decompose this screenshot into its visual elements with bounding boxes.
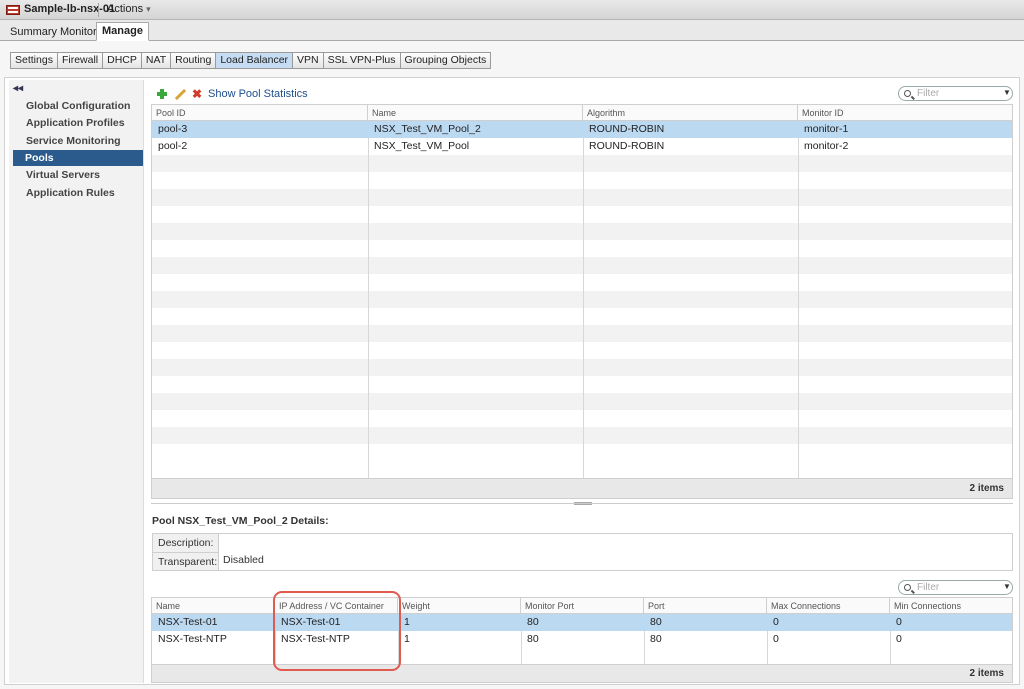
pools-item-count: 2 items <box>152 478 1012 498</box>
title-bar <box>0 0 1024 20</box>
algorithm-cell: ROUND-ROBIN <box>589 123 665 135</box>
actions-label: Actions <box>107 3 144 15</box>
empty-row <box>152 325 1012 342</box>
pool-details-box: Description: Transparent: Disabled <box>152 533 1013 571</box>
monitor-id-cell: monitor-1 <box>804 123 849 135</box>
max-connections-cell: 0 <box>773 633 779 645</box>
pools-table: Pool ID Name Algorithm Monitor ID pool-3… <box>151 104 1013 499</box>
actions-menu[interactable]: Actions ▾ <box>107 3 151 15</box>
sidebar-item-global-configuration[interactable]: Global Configuration <box>14 98 142 114</box>
empty-row <box>152 359 1012 376</box>
monitor-port-cell: 80 <box>527 616 539 628</box>
transparent-label: Transparent: <box>153 553 219 570</box>
tab-ssl-vpn-plus[interactable]: SSL VPN-Plus <box>323 53 401 68</box>
sidebar-item-service-monitoring[interactable]: Service Monitoring <box>14 133 142 149</box>
algorithm-cell: ROUND-ROBIN <box>589 140 665 152</box>
description-label: Description: <box>153 534 219 553</box>
column-header-algorithm[interactable]: Algorithm <box>583 105 798 121</box>
pools-table-header: Pool ID Name Algorithm Monitor ID <box>152 105 1012 121</box>
main-tabs <box>0 20 1024 41</box>
edit-pool-icon[interactable] <box>174 89 186 101</box>
delete-pool-icon[interactable]: ✖ <box>192 87 202 101</box>
column-divider <box>798 121 799 478</box>
member-name-cell: NSX-Test-01 <box>158 616 218 628</box>
empty-row <box>152 291 1012 308</box>
empty-row <box>152 155 1012 172</box>
chevron-down-icon[interactable]: ▼ <box>1003 88 1011 97</box>
min-connections-cell: 0 <box>896 633 902 645</box>
collapse-sidebar-icon[interactable]: ◂◂ <box>13 83 23 94</box>
column-header-name[interactable]: Name <box>152 598 275 614</box>
port-cell: 80 <box>650 616 662 628</box>
tab-dhcp[interactable]: DHCP <box>103 53 142 68</box>
port-cell: 80 <box>650 633 662 645</box>
sidebar-item-pools[interactable]: Pools <box>13 150 143 166</box>
max-connections-cell: 0 <box>773 616 779 628</box>
tab-nat[interactable]: NAT <box>141 53 172 68</box>
column-divider <box>583 121 584 478</box>
column-header-min-connections[interactable]: Min Connections <box>890 598 1012 614</box>
pool-name-cell: NSX_Test_VM_Pool <box>374 140 470 152</box>
tab-manage[interactable]: Manage <box>96 22 149 41</box>
pool-id-cell: pool-3 <box>158 123 188 135</box>
column-divider <box>368 121 369 478</box>
table-row[interactable]: pool-2 NSX_Test_VM_Pool ROUND-ROBIN moni… <box>152 138 1012 155</box>
member-filter-placeholder: Filter <box>917 582 940 593</box>
tab-monitor[interactable]: Monitor <box>55 24 102 41</box>
tab-routing[interactable]: Routing <box>171 53 217 68</box>
sidebar-item-application-profiles[interactable]: Application Profiles <box>14 115 142 131</box>
pool-filter-input[interactable]: Filter ▼ <box>898 86 1013 101</box>
empty-row <box>152 223 1012 240</box>
highlight-annotation <box>273 591 401 671</box>
monitor-id-cell: monitor-2 <box>804 140 849 152</box>
table-row[interactable]: pool-3 NSX_Test_VM_Pool_2 ROUND-ROBIN mo… <box>152 121 1012 138</box>
splitter-grip-icon[interactable] <box>574 502 592 505</box>
empty-row <box>152 189 1012 206</box>
tab-grouping-objects[interactable]: Grouping Objects <box>400 53 491 68</box>
tab-settings[interactable]: Settings <box>11 53 58 68</box>
object-title: Sample-lb-nsx-01 <box>24 3 116 15</box>
chevron-down-icon[interactable]: ▼ <box>1003 582 1011 591</box>
column-header-name[interactable]: Name <box>368 105 583 121</box>
tab-firewall[interactable]: Firewall <box>57 53 104 68</box>
tab-load-balancer[interactable]: Load Balancer <box>216 53 294 68</box>
sub-tabs: Settings Firewall DHCP NAT Routing Load … <box>10 52 492 69</box>
column-header-monitor-port[interactable]: Monitor Port <box>521 598 644 614</box>
edge-gateway-icon <box>6 5 20 15</box>
search-icon <box>904 584 911 591</box>
transparent-value: Disabled <box>223 554 264 566</box>
sidebar-item-virtual-servers[interactable]: Virtual Servers <box>14 167 142 183</box>
pool-filter-placeholder: Filter <box>917 88 940 99</box>
column-header-max-connections[interactable]: Max Connections <box>767 598 890 614</box>
empty-row <box>152 257 1012 274</box>
show-pool-statistics-link[interactable]: Show Pool Statistics <box>208 88 308 100</box>
column-header-weight[interactable]: Weight <box>398 598 521 614</box>
monitor-port-cell: 80 <box>527 633 539 645</box>
column-header-pool-id[interactable]: Pool ID <box>152 105 368 121</box>
empty-row <box>152 427 1012 444</box>
column-header-monitor-id[interactable]: Monitor ID <box>798 105 1012 121</box>
empty-row <box>152 393 1012 410</box>
member-filter-input[interactable]: Filter ▼ <box>898 580 1013 595</box>
pool-id-cell: pool-2 <box>158 140 188 152</box>
pool-name-cell: NSX_Test_VM_Pool_2 <box>374 123 481 135</box>
chevron-down-icon: ▾ <box>146 4 151 14</box>
tab-vpn[interactable]: VPN <box>293 53 324 68</box>
sidebar-item-application-rules[interactable]: Application Rules <box>14 185 142 201</box>
column-header-port[interactable]: Port <box>644 598 767 614</box>
title-divider <box>98 3 99 17</box>
min-connections-cell: 0 <box>896 616 902 628</box>
details-title: Pool NSX_Test_VM_Pool_2 Details: <box>152 515 329 527</box>
search-icon <box>904 90 911 97</box>
add-pool-icon[interactable] <box>157 89 167 99</box>
tab-summary[interactable]: Summary <box>5 24 62 41</box>
member-name-cell: NSX-Test-NTP <box>158 633 227 645</box>
